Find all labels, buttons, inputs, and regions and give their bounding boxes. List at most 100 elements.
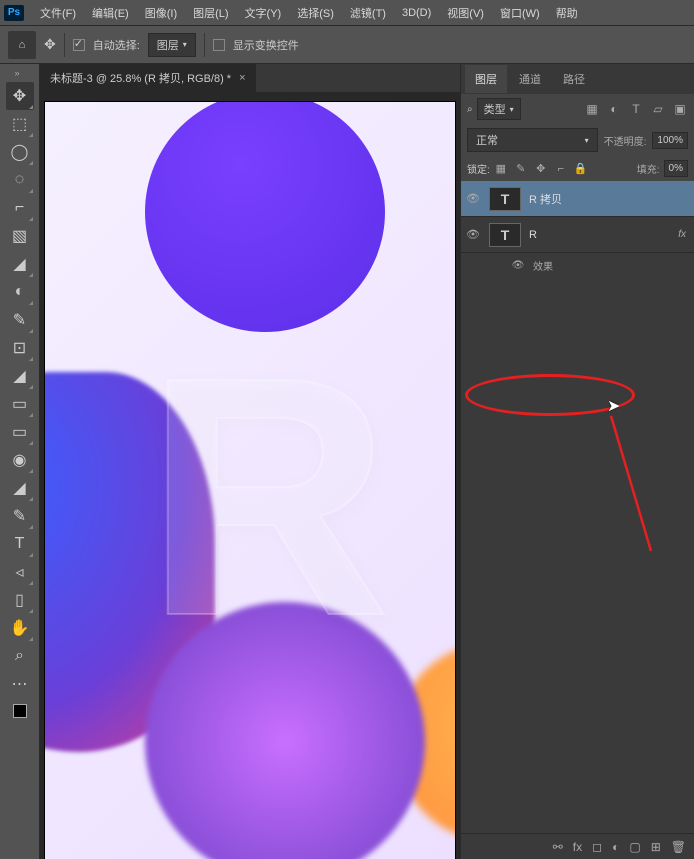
fill-value[interactable]: 0% bbox=[664, 160, 688, 177]
arrow-icon: ◃ bbox=[15, 562, 23, 582]
canvas-area: 未标题-3 @ 25.8% (R 拷贝, RGB/8) * × R bbox=[40, 64, 460, 859]
hand-tool[interactable]: ✋ bbox=[6, 614, 34, 642]
layer-fx-indicator[interactable]: fx bbox=[678, 229, 686, 240]
canvas[interactable]: R bbox=[45, 102, 455, 859]
lock-artboard-icon[interactable]: ⌐ bbox=[554, 162, 568, 176]
menu-help[interactable]: 帮助 bbox=[548, 1, 586, 25]
marquee-tool[interactable]: ⬚ bbox=[6, 110, 34, 138]
visibility-toggle[interactable]: 👁 bbox=[465, 228, 481, 241]
wand-icon: ◌ bbox=[15, 171, 25, 189]
menu-layer[interactable]: 图层(L) bbox=[185, 1, 236, 25]
toolbox-expand[interactable]: » bbox=[15, 68, 25, 78]
layer-thumbnail[interactable]: T bbox=[489, 223, 521, 247]
link-layers-icon[interactable]: ⚯ bbox=[553, 840, 563, 854]
tab-paths[interactable]: 路径 bbox=[553, 65, 595, 93]
filter-type-dropdown[interactable]: 类型 bbox=[477, 98, 521, 120]
move-icon: ✥ bbox=[13, 86, 26, 106]
type-icon: T bbox=[15, 535, 25, 553]
filter-shape-icon[interactable]: ▱ bbox=[650, 101, 666, 117]
menu-select[interactable]: 选择(S) bbox=[289, 1, 342, 25]
crop-tool[interactable]: ⌐ bbox=[6, 194, 34, 222]
crop-icon: ⌐ bbox=[15, 199, 24, 217]
type-tool[interactable]: T bbox=[6, 530, 34, 558]
layers-list: 👁 T R 拷贝 👁 T R fx 👁 效果 ➤ bbox=[461, 181, 694, 833]
document-tab[interactable]: 未标题-3 @ 25.8% (R 拷贝, RGB/8) * × bbox=[40, 64, 256, 92]
eraser-tool[interactable]: ▭ bbox=[6, 390, 34, 418]
healing-tool[interactable]: ◐ bbox=[6, 278, 34, 306]
auto-select-checkbox[interactable] bbox=[73, 39, 85, 51]
filter-smart-icon[interactable]: ▣ bbox=[672, 101, 688, 117]
layer-row[interactable]: 👁 T R 拷贝 bbox=[461, 181, 694, 217]
lock-position-icon[interactable]: ✥ bbox=[534, 162, 548, 176]
rect-icon: ▯ bbox=[15, 590, 24, 610]
menu-image[interactable]: 图像(I) bbox=[137, 1, 185, 25]
opacity-value[interactable]: 100% bbox=[652, 132, 688, 149]
layer-name[interactable]: R 拷贝 bbox=[529, 191, 562, 207]
eraser-icon: ▭ bbox=[12, 394, 27, 414]
tab-channels[interactable]: 通道 bbox=[509, 65, 551, 93]
blend-mode-dropdown[interactable]: 正常 bbox=[467, 128, 598, 152]
zoom-tool[interactable]: ⌕ bbox=[6, 642, 34, 670]
new-layer-icon[interactable]: ⊞ bbox=[651, 840, 661, 854]
dodge-tool[interactable]: ◢ bbox=[6, 474, 34, 502]
menu-type[interactable]: 文字(Y) bbox=[237, 1, 290, 25]
auto-select-dropdown[interactable]: 图层 bbox=[148, 33, 196, 57]
lock-transparency-icon[interactable]: ▦ bbox=[494, 162, 508, 176]
artwork-circle bbox=[145, 102, 385, 332]
filter-adjust-icon[interactable]: ◐ bbox=[606, 101, 622, 117]
divider bbox=[204, 33, 205, 57]
lasso-tool[interactable]: ◯ bbox=[6, 138, 34, 166]
close-tab-icon[interactable]: × bbox=[239, 72, 245, 84]
frame-tool[interactable]: ▧ bbox=[6, 222, 34, 250]
lock-pixels-icon[interactable]: ✎ bbox=[514, 162, 528, 176]
canvas-viewport[interactable]: R bbox=[40, 92, 460, 859]
auto-select-label: 自动选择: bbox=[93, 37, 140, 53]
brush-icon: ✎ bbox=[13, 310, 26, 330]
menu-3d[interactable]: 3D(D) bbox=[394, 3, 439, 23]
foreground-swatch[interactable] bbox=[13, 704, 27, 718]
shape-tool[interactable]: ▯ bbox=[6, 586, 34, 614]
pen-icon: ✎ bbox=[13, 506, 26, 526]
pen-tool[interactable]: ✎ bbox=[6, 502, 34, 530]
edit-toolbar[interactable]: ⋯ bbox=[6, 670, 34, 698]
stamp-icon: ⊡ bbox=[13, 338, 26, 358]
eyedropper-tool[interactable]: ◢ bbox=[6, 250, 34, 278]
path-select-tool[interactable]: ◃ bbox=[6, 558, 34, 586]
layer-mask-icon[interactable]: ◻ bbox=[592, 840, 602, 854]
history-brush-tool[interactable]: ◢ bbox=[6, 362, 34, 390]
brush-tool[interactable]: ✎ bbox=[6, 306, 34, 334]
delete-layer-icon[interactable]: 🗑 bbox=[671, 840, 686, 854]
visibility-toggle[interactable]: 👁 bbox=[465, 192, 481, 205]
blend-row: 正常 不透明度: 100% bbox=[461, 124, 694, 156]
show-transform-checkbox[interactable] bbox=[213, 39, 225, 51]
gradient-tool[interactable]: ▭ bbox=[6, 418, 34, 446]
layer-effects-row[interactable]: 👁 效果 bbox=[461, 253, 694, 277]
move-tool[interactable]: ✥ bbox=[6, 82, 34, 110]
layer-row[interactable]: 👁 T R fx bbox=[461, 217, 694, 253]
menu-filter[interactable]: 滤镜(T) bbox=[342, 1, 394, 25]
blur-tool[interactable]: ◉ bbox=[6, 446, 34, 474]
lock-all-icon[interactable]: 🔒 bbox=[574, 162, 588, 176]
stamp-tool[interactable]: ⊡ bbox=[6, 334, 34, 362]
menu-window[interactable]: 窗口(W) bbox=[492, 1, 548, 25]
menu-edit[interactable]: 编辑(E) bbox=[84, 1, 137, 25]
search-icon: ⌕ bbox=[467, 104, 473, 115]
layer-fx-icon[interactable]: fx bbox=[573, 840, 582, 854]
lock-row: 锁定: ▦ ✎ ✥ ⌐ 🔒 填充: 0% bbox=[461, 156, 694, 181]
layer-name[interactable]: R bbox=[529, 229, 537, 241]
layer-thumbnail[interactable]: T bbox=[489, 187, 521, 211]
menu-file[interactable]: 文件(F) bbox=[32, 1, 84, 25]
visibility-toggle[interactable]: 👁 bbox=[511, 260, 525, 271]
layer-group-icon[interactable]: ▢ bbox=[629, 840, 640, 854]
color-swatches[interactable] bbox=[13, 704, 27, 718]
filter-pixel-icon[interactable]: ▦ bbox=[584, 101, 600, 117]
filter-type-icon[interactable]: T bbox=[628, 101, 644, 117]
home-button[interactable]: ⌂ bbox=[8, 31, 36, 59]
adjustment-layer-icon[interactable]: ◐ bbox=[612, 840, 619, 854]
fill-label: 填充: bbox=[637, 161, 660, 176]
annotation-cursor-icon: ➤ bbox=[607, 396, 620, 416]
tab-layers[interactable]: 图层 bbox=[465, 65, 507, 93]
blur-icon: ◉ bbox=[13, 450, 27, 470]
quick-select-tool[interactable]: ◌ bbox=[6, 166, 34, 194]
menu-view[interactable]: 视图(V) bbox=[439, 1, 492, 25]
